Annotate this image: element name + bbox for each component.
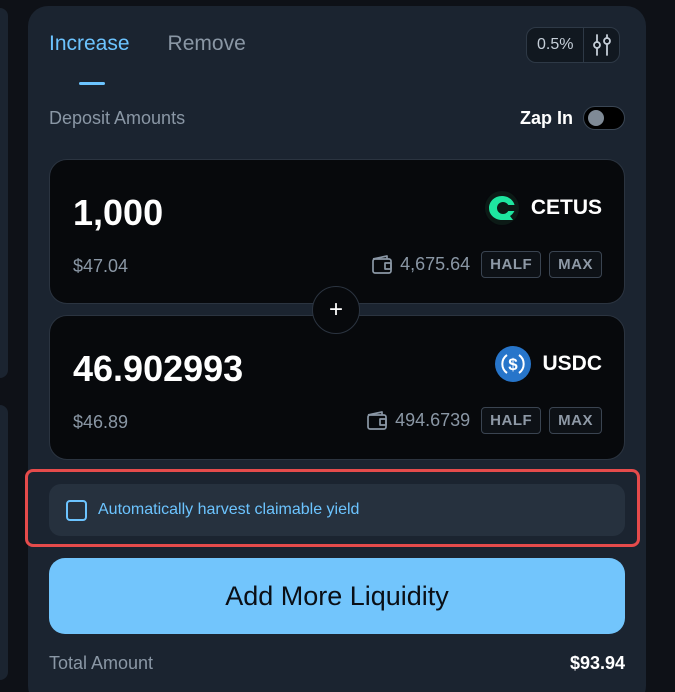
amount-input[interactable]: 1,000 (73, 192, 163, 234)
zap-in-control: Zap In (520, 106, 625, 130)
svg-text:$: $ (509, 355, 519, 374)
token-symbol: CETUS (530, 196, 602, 219)
zap-in-label: Zap In (520, 107, 573, 128)
liquidity-panel: Increase Remove 0.5% Deposit Amounts Zap… (28, 6, 646, 692)
wallet-icon (372, 254, 392, 274)
active-tab-indicator (79, 82, 105, 85)
max-button[interactable]: MAX (549, 251, 602, 278)
slippage-value[interactable]: 0.5% (527, 28, 583, 62)
add-more-liquidity-button[interactable]: Add More Liquidity (49, 558, 625, 634)
toggle-knob (588, 110, 604, 126)
zap-in-toggle[interactable] (583, 106, 625, 130)
balance-row: 494.6739 HALF MAX (366, 407, 602, 434)
wallet-balance: 494.6739 (366, 410, 470, 431)
slippage-control[interactable]: 0.5% (526, 27, 621, 63)
max-button[interactable]: MAX (549, 407, 602, 434)
token-selector[interactable]: $ USDC (495, 346, 602, 382)
highlight-outline (25, 469, 640, 547)
usd-value: $47.04 (73, 256, 129, 276)
total-amount-label: Total Amount (49, 653, 154, 673)
deposit-amounts-label: Deposit Amounts (49, 108, 186, 128)
tabs: Increase Remove (49, 32, 246, 56)
background-panel-left-lower (0, 405, 8, 680)
background-panel-left (0, 8, 8, 378)
wallet-balance: 4,675.64 (371, 254, 470, 275)
balance-row: 4,675.64 HALF MAX (371, 251, 602, 278)
usdc-icon: $ (495, 346, 532, 382)
cetus-icon (483, 190, 520, 226)
balance-value: 4,675.64 (400, 254, 471, 274)
amount-input[interactable]: 46.902993 (73, 348, 243, 390)
settings-button[interactable] (583, 28, 619, 62)
token-symbol: USDC (542, 352, 602, 375)
token-input-usdc: 46.902993 $ USDC $46.89 494.6739 HALF MA… (49, 315, 625, 460)
total-amount-value: $93.94 (569, 653, 625, 673)
half-button[interactable]: HALF (481, 407, 542, 434)
half-button[interactable]: HALF (481, 251, 542, 278)
sliders-icon (593, 34, 611, 56)
tab-remove[interactable]: Remove (168, 32, 246, 56)
usd-value: $46.89 (73, 412, 129, 432)
token-input-cetus: 1,000 CETUS $47.04 4,675.64 HALF MAX (49, 159, 625, 304)
plus-icon: + (312, 286, 360, 334)
balance-value: 494.6739 (395, 410, 471, 430)
token-selector[interactable]: CETUS (483, 190, 602, 226)
tab-increase[interactable]: Increase (49, 32, 130, 56)
wallet-icon (367, 410, 387, 430)
